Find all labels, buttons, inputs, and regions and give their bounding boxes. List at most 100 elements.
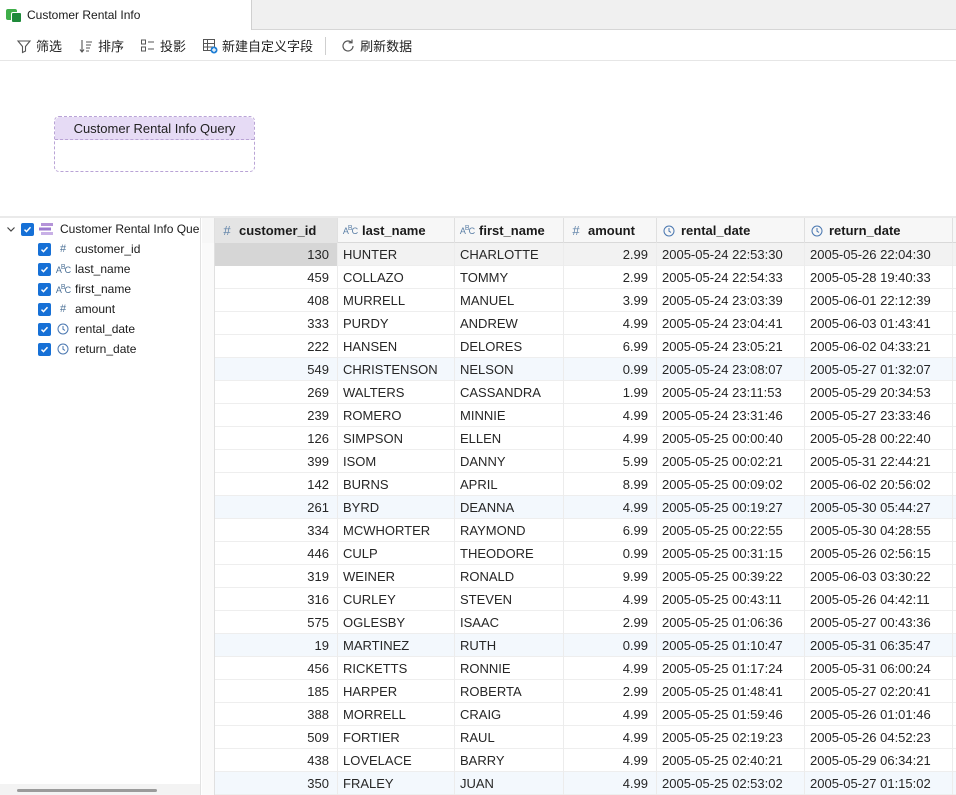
tab-customer-rental-info[interactable]: Customer Rental Info	[0, 0, 252, 30]
cell-amount[interactable]: 4.99	[564, 703, 657, 726]
cell-first-name[interactable]: CRAIG	[455, 703, 564, 726]
sort-button[interactable]: 排序	[78, 36, 124, 55]
cell-amount[interactable]: 6.99	[564, 335, 657, 358]
cell-last-name[interactable]: MCWHORTER	[338, 519, 455, 542]
cell-return-date[interactable]: 2005-05-26 01:01:46	[805, 703, 953, 726]
row-header[interactable]	[202, 772, 215, 795]
table-row[interactable]: 549 CHRISTENSON NELSON 0.99 2005-05-24 23:08…	[202, 358, 956, 381]
row-header[interactable]	[202, 312, 215, 335]
column-header-first-name[interactable]: ABC first_name	[455, 218, 564, 243]
cell-rental-date[interactable]: 2005-05-25 01:59:46	[657, 703, 805, 726]
table-row[interactable]: 126 SIMPSON ELLEN 4.99 2005-05-25 00:00:40 20…	[202, 427, 956, 450]
cell-last-name[interactable]: LOVELACE	[338, 749, 455, 772]
cell-first-name[interactable]: DANNY	[455, 450, 564, 473]
cell-amount[interactable]: 4.99	[564, 749, 657, 772]
row-header[interactable]	[202, 726, 215, 749]
table-row[interactable]: 222 HANSEN DELORES 6.99 2005-05-24 23:05:21 2…	[202, 335, 956, 358]
cell-last-name[interactable]: CULP	[338, 542, 455, 565]
cell-rental-date[interactable]: 2005-05-25 01:06:36	[657, 611, 805, 634]
table-row[interactable]: 319 WEINER RONALD 9.99 2005-05-25 00:39:22 20…	[202, 565, 956, 588]
cell-customer-id[interactable]: 222	[215, 335, 338, 358]
table-row[interactable]: 316 CURLEY STEVEN 4.99 2005-05-25 00:43:11 20…	[202, 588, 956, 611]
cell-amount[interactable]: 4.99	[564, 427, 657, 450]
table-row[interactable]: 130 HUNTER CHARLOTTE 2.99 2005-05-24 22:53:3…	[202, 243, 956, 266]
cell-rental-date[interactable]: 2005-05-25 00:43:11	[657, 588, 805, 611]
column-header-customer-id[interactable]: # customer_id	[215, 218, 338, 243]
tree-field-rental-date[interactable]: rental_date	[38, 319, 135, 339]
tree-horizontal-scrollbar[interactable]	[0, 784, 200, 795]
cell-customer-id[interactable]: 185	[215, 680, 338, 703]
cell-rental-date[interactable]: 2005-05-24 23:08:07	[657, 358, 805, 381]
cell-last-name[interactable]: FORTIER	[338, 726, 455, 749]
tree-field-return-date[interactable]: return_date	[38, 339, 136, 359]
cell-last-name[interactable]: MARTINEZ	[338, 634, 455, 657]
cell-customer-id[interactable]: 408	[215, 289, 338, 312]
row-header[interactable]	[202, 427, 215, 450]
cell-last-name[interactable]: OGLESBY	[338, 611, 455, 634]
cell-amount[interactable]: 1.99	[564, 381, 657, 404]
cell-rental-date[interactable]: 2005-05-25 00:22:55	[657, 519, 805, 542]
cell-amount[interactable]: 9.99	[564, 565, 657, 588]
cell-amount[interactable]: 5.99	[564, 450, 657, 473]
cell-first-name[interactable]: RUTH	[455, 634, 564, 657]
cell-amount[interactable]: 0.99	[564, 542, 657, 565]
column-header-amount[interactable]: # amount	[564, 218, 657, 243]
cell-rental-date[interactable]: 2005-05-25 00:09:02	[657, 473, 805, 496]
table-row[interactable]: 269 WALTERS CASSANDRA 1.99 2005-05-24 23:11:…	[202, 381, 956, 404]
filter-button[interactable]: 筛选	[16, 36, 62, 55]
cell-last-name[interactable]: CURLEY	[338, 588, 455, 611]
cell-customer-id[interactable]: 388	[215, 703, 338, 726]
cell-first-name[interactable]: DEANNA	[455, 496, 564, 519]
cell-amount[interactable]: 3.99	[564, 289, 657, 312]
cell-first-name[interactable]: CASSANDRA	[455, 381, 564, 404]
cell-customer-id[interactable]: 509	[215, 726, 338, 749]
checkbox-checked[interactable]	[38, 282, 51, 296]
cell-rental-date[interactable]: 2005-05-24 22:53:30	[657, 243, 805, 266]
cell-customer-id[interactable]: 446	[215, 542, 338, 565]
cell-amount[interactable]: 2.99	[564, 266, 657, 289]
cell-amount[interactable]: 2.99	[564, 611, 657, 634]
table-row[interactable]: 350 FRALEY JUAN 4.99 2005-05-25 02:53:02 2005…	[202, 772, 956, 795]
cell-return-date[interactable]: 2005-06-01 22:12:39	[805, 289, 953, 312]
cell-first-name[interactable]: RONALD	[455, 565, 564, 588]
cell-first-name[interactable]: JUAN	[455, 772, 564, 795]
refresh-button[interactable]: 刷新数据	[340, 36, 412, 55]
scrollbar-thumb[interactable]	[17, 789, 157, 792]
cell-rental-date[interactable]: 2005-05-25 00:00:40	[657, 427, 805, 450]
cell-customer-id[interactable]: 316	[215, 588, 338, 611]
query-node[interactable]: Customer Rental Info Query	[54, 116, 255, 172]
cell-rental-date[interactable]: 2005-05-24 23:11:53	[657, 381, 805, 404]
cell-first-name[interactable]: ELLEN	[455, 427, 564, 450]
cell-return-date[interactable]: 2005-05-31 06:00:24	[805, 657, 953, 680]
row-header[interactable]	[202, 519, 215, 542]
row-header[interactable]	[202, 611, 215, 634]
table-row[interactable]: 239 ROMERO MINNIE 4.99 2005-05-24 23:31:46 20…	[202, 404, 956, 427]
cell-first-name[interactable]: RAUL	[455, 726, 564, 749]
cell-return-date[interactable]: 2005-05-27 02:20:41	[805, 680, 953, 703]
cell-first-name[interactable]: ROBERTA	[455, 680, 564, 703]
table-row[interactable]: 438 LOVELACE BARRY 4.99 2005-05-25 02:40:21 2…	[202, 749, 956, 772]
cell-last-name[interactable]: ROMERO	[338, 404, 455, 427]
cell-return-date[interactable]: 2005-06-02 20:56:02	[805, 473, 953, 496]
cell-first-name[interactable]: MINNIE	[455, 404, 564, 427]
table-row[interactable]: 388 MORRELL CRAIG 4.99 2005-05-25 01:59:46 20…	[202, 703, 956, 726]
cell-first-name[interactable]: RAYMOND	[455, 519, 564, 542]
cell-rental-date[interactable]: 2005-05-24 22:54:33	[657, 266, 805, 289]
cell-first-name[interactable]: RONNIE	[455, 657, 564, 680]
cell-rental-date[interactable]: 2005-05-25 00:19:27	[657, 496, 805, 519]
cell-amount[interactable]: 0.99	[564, 634, 657, 657]
row-header[interactable]	[202, 565, 215, 588]
row-header[interactable]	[202, 266, 215, 289]
cell-return-date[interactable]: 2005-05-27 23:33:46	[805, 404, 953, 427]
cell-return-date[interactable]: 2005-05-31 06:35:47	[805, 634, 953, 657]
table-row[interactable]: 185 HARPER ROBERTA 2.99 2005-05-25 01:48:41 2…	[202, 680, 956, 703]
cell-return-date[interactable]: 2005-05-26 22:04:30	[805, 243, 953, 266]
cell-last-name[interactable]: FRALEY	[338, 772, 455, 795]
table-row[interactable]: 333 PURDY ANDREW 4.99 2005-05-24 23:04:41 200…	[202, 312, 956, 335]
table-row[interactable]: 142 BURNS APRIL 8.99 2005-05-25 00:09:02 2005…	[202, 473, 956, 496]
cell-amount[interactable]: 4.99	[564, 588, 657, 611]
checkbox-checked[interactable]	[38, 342, 51, 356]
row-header[interactable]	[202, 634, 215, 657]
cell-rental-date[interactable]: 2005-05-25 01:48:41	[657, 680, 805, 703]
cell-return-date[interactable]: 2005-05-26 04:42:11	[805, 588, 953, 611]
